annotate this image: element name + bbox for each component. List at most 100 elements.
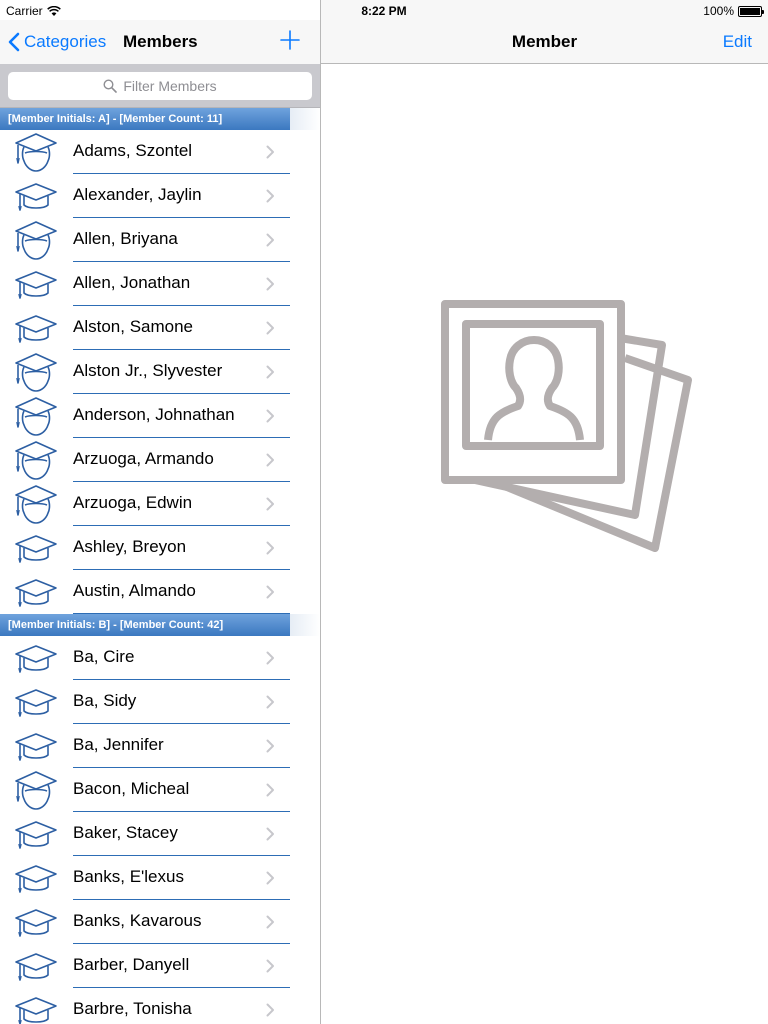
member-name: Ba, Cire <box>73 647 135 666</box>
member-name: Anderson, Johnathan <box>73 405 235 424</box>
graduation-cap-icon <box>14 813 58 855</box>
graduation-cap-icon <box>14 681 58 723</box>
section-header-label: [Member Initials: B] - [Member Count: 42… <box>8 619 224 631</box>
member-name: Barber, Danyell <box>73 955 190 974</box>
female-graduate-icon <box>14 219 58 261</box>
chevron-right-icon <box>266 695 275 709</box>
female-graduate-icon <box>14 351 58 393</box>
battery-percent: 100% <box>703 4 734 18</box>
member-row[interactable]: Adams, Szontel <box>0 130 320 174</box>
chevron-right-icon <box>266 189 275 203</box>
member-row[interactable]: Arzuoga, Edwin <box>0 482 320 526</box>
graduation-cap-icon <box>14 571 58 613</box>
graduation-cap-icon <box>14 945 58 987</box>
female-graduate-icon <box>14 395 58 437</box>
female-graduate-icon <box>14 439 58 481</box>
member-row[interactable]: Allen, Briyana <box>0 218 320 262</box>
member-name: Banks, Kavarous <box>73 911 202 930</box>
chevron-right-icon <box>266 233 275 247</box>
filter-members-input[interactable]: Filter Members <box>8 72 312 100</box>
graduation-cap-icon <box>14 175 58 217</box>
graduation-cap-icon <box>14 725 58 767</box>
chevron-right-icon <box>266 959 275 973</box>
member-row[interactable]: Bacon, Micheal <box>0 768 320 812</box>
member-name: Ba, Sidy <box>73 691 137 710</box>
chevron-right-icon <box>266 321 275 335</box>
search-placeholder: Filter Members <box>123 78 217 94</box>
member-name: Allen, Jonathan <box>73 273 191 292</box>
member-name: Barbre, Tonisha <box>73 999 192 1018</box>
chevron-left-icon <box>8 32 20 52</box>
detail-title: Member <box>511 32 578 51</box>
chevron-right-icon <box>266 871 275 885</box>
chevron-right-icon <box>266 783 275 797</box>
member-name: Arzuoga, Edwin <box>73 493 193 512</box>
member-row[interactable]: Barbre, Tonisha <box>0 988 320 1024</box>
member-row[interactable]: Austin, Almando <box>0 570 320 614</box>
section-header-label: [Member Initials: A] - [Member Count: 11… <box>8 113 223 125</box>
member-name: Alston Jr., Slyvester <box>73 361 223 380</box>
member-row[interactable]: Barber, Danyell <box>0 944 320 988</box>
chevron-right-icon <box>266 277 275 291</box>
chevron-right-icon <box>266 1003 275 1017</box>
member-name: Allen, Briyana <box>73 229 178 248</box>
search-icon <box>103 79 118 93</box>
section-header: [Member Initials: A] - [Member Count: 11… <box>0 108 320 130</box>
chevron-right-icon <box>266 453 275 467</box>
chevron-right-icon <box>266 827 275 841</box>
chevron-right-icon <box>266 915 275 929</box>
member-row[interactable]: Alston Jr., Slyvester <box>0 350 320 394</box>
member-name: Arzuoga, Armando <box>73 449 214 468</box>
detail-navigation-bar: Member Edit <box>321 20 768 64</box>
member-name: Alexander, Jaylin <box>73 185 202 204</box>
member-name: Banks, E'lexus <box>73 867 184 886</box>
chevron-right-icon <box>266 365 275 379</box>
member-row[interactable]: Alston, Samone <box>0 306 320 350</box>
member-row[interactable]: Banks, Kavarous <box>0 900 320 944</box>
member-row[interactable]: Ba, Sidy <box>0 680 320 724</box>
member-row[interactable]: Ba, Jennifer <box>0 724 320 768</box>
member-name: Alston, Samone <box>73 317 194 336</box>
member-name: Baker, Stacey <box>73 823 178 842</box>
member-name: Adams, Szontel <box>73 141 193 160</box>
member-row[interactable]: Ba, Cire <box>0 636 320 680</box>
status-bar: Carrier 8:22 PM 100% <box>0 0 768 20</box>
graduation-cap-icon <box>14 901 58 943</box>
member-row[interactable]: Banks, E'lexus <box>0 856 320 900</box>
member-row[interactable]: Allen, Jonathan <box>0 262 320 306</box>
chevron-right-icon <box>266 541 275 555</box>
graduation-cap-icon <box>14 263 58 305</box>
graduation-cap-icon <box>14 527 58 569</box>
member-row[interactable]: Baker, Stacey <box>0 812 320 856</box>
member-row[interactable]: Alexander, Jaylin <box>0 174 320 218</box>
chevron-right-icon <box>266 145 275 159</box>
female-graduate-icon <box>14 483 58 525</box>
female-graduate-icon <box>14 769 58 811</box>
graduation-cap-icon <box>14 637 58 679</box>
graduation-cap-icon <box>14 989 58 1024</box>
member-name: Ba, Jennifer <box>73 735 164 754</box>
edit-button[interactable]: Edit <box>723 32 752 52</box>
master-title: Members <box>123 32 198 51</box>
back-button-label: Categories <box>24 32 107 51</box>
chevron-right-icon <box>266 409 275 423</box>
back-button[interactable]: Categories <box>8 30 106 54</box>
member-row[interactable]: Ashley, Breyon <box>0 526 320 570</box>
member-name: Austin, Almando <box>73 581 196 600</box>
female-graduate-icon <box>14 131 58 173</box>
graduation-cap-icon <box>14 857 58 899</box>
member-row[interactable]: Arzuoga, Armando <box>0 438 320 482</box>
battery-indicator: 100% <box>703 4 764 18</box>
chevron-right-icon <box>266 585 275 599</box>
battery-icon <box>738 5 764 17</box>
add-icon[interactable] <box>280 30 300 50</box>
master-pane: Categories Members Filter Members [Membe… <box>0 0 320 1024</box>
search-bar: Filter Members <box>0 64 320 108</box>
member-list[interactable]: [Member Initials: A] - [Member Count: 11… <box>0 108 320 1024</box>
photo-stack-person-icon <box>441 300 692 552</box>
member-row[interactable]: Anderson, Johnathan <box>0 394 320 438</box>
member-name: Bacon, Micheal <box>73 779 190 798</box>
master-navigation-bar: Categories Members <box>0 20 320 64</box>
chevron-right-icon <box>266 651 275 665</box>
section-header: [Member Initials: B] - [Member Count: 42… <box>0 614 320 636</box>
